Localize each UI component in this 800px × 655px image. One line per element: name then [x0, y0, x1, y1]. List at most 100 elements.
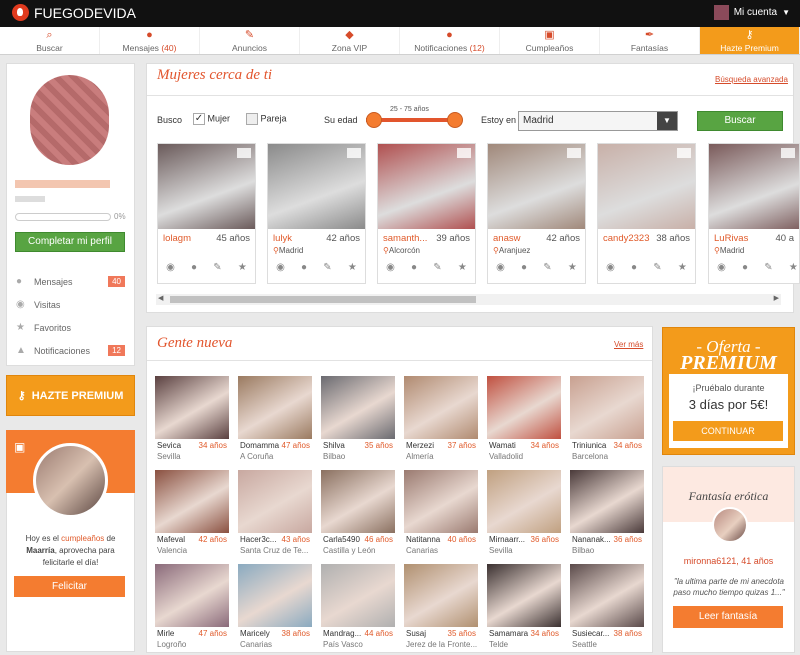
profile-avatar[interactable]: [30, 75, 109, 165]
new-person-card[interactable]: Susaj 35 años Jerez de la Fronte...: [404, 564, 478, 655]
sidemenu-visitas[interactable]: ◉ Visitas: [6, 293, 135, 316]
new-person-photo[interactable]: [321, 376, 395, 439]
new-person-name[interactable]: Carla5490: [323, 535, 367, 544]
new-person-name[interactable]: Merzezi: [406, 441, 450, 450]
scroll-left-arrow[interactable]: ◀: [158, 294, 163, 302]
advanced-search-link[interactable]: Búsqueda avanzada: [715, 75, 788, 84]
nav-anuncios[interactable]: ✎ Anuncios: [200, 27, 300, 54]
mujer-checkbox[interactable]: ✓ Mujer: [193, 113, 230, 125]
new-person-name[interactable]: Susiecar...: [572, 629, 616, 638]
new-person-card[interactable]: Nananak... 36 años Bilbao: [570, 470, 644, 561]
flirt-icon[interactable]: ✎: [653, 262, 661, 273]
profile-card-nearby[interactable]: anasw 42 años ⚲Aranjuez ◉ ● ✎ ★: [487, 143, 586, 284]
new-person-name[interactable]: Mirnaarr...: [489, 535, 533, 544]
felicitar-button[interactable]: Felicitar: [14, 576, 125, 597]
sidemenu-favoritos[interactable]: ★ Favoritos: [6, 316, 135, 339]
flirt-icon[interactable]: ✎: [543, 262, 551, 273]
profile-name[interactable]: lolagm: [163, 233, 191, 244]
new-person-name[interactable]: Wamati: [489, 441, 533, 450]
new-person-photo[interactable]: [487, 376, 561, 439]
buscar-button[interactable]: Buscar: [697, 111, 783, 131]
new-person-card[interactable]: Maricely 38 años Canarias: [238, 564, 312, 655]
fantasy-user[interactable]: mironna6121, 41 años: [663, 556, 794, 566]
age-slider-min-handle[interactable]: [366, 112, 382, 128]
new-person-photo[interactable]: [238, 376, 312, 439]
profile-name[interactable]: lulyk: [273, 233, 292, 244]
new-person-card[interactable]: Domamma 47 años A Coruña: [238, 376, 312, 467]
account-menu[interactable]: Mi cuenta ▼: [713, 5, 790, 20]
new-person-card[interactable]: Triniunica 34 años Barcelona: [570, 376, 644, 467]
profile-card-nearby[interactable]: lulyk 42 años ⚲Madrid ◉ ● ✎ ★: [267, 143, 366, 284]
new-person-name[interactable]: Mafeval: [157, 535, 201, 544]
leer-fantasia-button[interactable]: Leer fantasía: [673, 606, 783, 628]
new-person-card[interactable]: Shilva 35 años Bilbao: [321, 376, 395, 467]
sidemenu-notificaciones[interactable]: ▲ Notificaciones 12: [6, 339, 135, 362]
new-person-card[interactable]: Susiecar... 38 años Seattle: [570, 564, 644, 655]
nav-notificaciones[interactable]: ● Notificaciones (12): [400, 27, 500, 54]
eye-icon[interactable]: ◉: [386, 262, 395, 273]
eye-icon[interactable]: ◉: [166, 262, 175, 273]
new-person-card[interactable]: Hacer3c... 43 años Santa Cruz de Te...: [238, 470, 312, 561]
flirt-icon[interactable]: ✎: [213, 262, 221, 273]
flirt-icon[interactable]: ✎: [323, 262, 331, 273]
new-person-name[interactable]: Samamara: [489, 629, 533, 638]
chat-icon[interactable]: ●: [521, 262, 527, 273]
eye-icon[interactable]: ◉: [717, 262, 726, 273]
profile-card-nearby[interactable]: LuRivas 40 a ⚲Madrid ◉ ● ✎ ★: [708, 143, 800, 284]
new-person-photo[interactable]: [321, 470, 395, 533]
eye-icon[interactable]: ◉: [496, 262, 505, 273]
new-person-card[interactable]: Natitanna 40 años Canarias: [404, 470, 478, 561]
nav-fantasias[interactable]: ✒ Fantasías: [600, 27, 700, 54]
new-person-card[interactable]: Sevica 34 años Sevilla: [155, 376, 229, 467]
complete-profile-button[interactable]: Completar mi perfil: [15, 232, 125, 252]
new-person-card[interactable]: Wamati 34 años Valladolid: [487, 376, 561, 467]
new-person-card[interactable]: Carla5490 46 años Castilla y León: [321, 470, 395, 561]
new-person-photo[interactable]: [238, 564, 312, 627]
new-person-photo[interactable]: [155, 376, 229, 439]
new-person-photo[interactable]: [487, 470, 561, 533]
new-person-photo[interactable]: [404, 564, 478, 627]
new-person-photo[interactable]: [321, 564, 395, 627]
new-person-name[interactable]: Shilva: [323, 441, 367, 450]
logo[interactable]: FUEGODEVIDA: [12, 4, 136, 21]
profile-name[interactable]: LuRivas: [714, 233, 748, 244]
new-person-name[interactable]: Natitanna: [406, 535, 450, 544]
birthday-avatar[interactable]: [33, 443, 108, 518]
new-person-name[interactable]: Hacer3c...: [240, 535, 284, 544]
city-select[interactable]: Madrid ▼: [518, 111, 678, 131]
new-person-name[interactable]: Susaj: [406, 629, 450, 638]
chat-icon[interactable]: ●: [742, 262, 748, 273]
chat-icon[interactable]: ●: [301, 262, 307, 273]
new-person-photo[interactable]: [404, 470, 478, 533]
nav-zona-vip[interactable]: ◆ Zona VIP: [300, 27, 400, 54]
nav-hazte-premium[interactable]: ⚷ Hazte Premium: [700, 27, 800, 54]
star-icon[interactable]: ★: [238, 262, 247, 273]
flirt-icon[interactable]: ✎: [764, 262, 772, 273]
profile-name[interactable]: samanth...: [383, 233, 427, 244]
star-icon[interactable]: ★: [789, 262, 798, 273]
new-person-card[interactable]: Merzezi 37 años Almería: [404, 376, 478, 467]
flirt-icon[interactable]: ✎: [433, 262, 441, 273]
star-icon[interactable]: ★: [348, 262, 357, 273]
new-person-photo[interactable]: [155, 470, 229, 533]
eye-icon[interactable]: ◉: [276, 262, 285, 273]
new-person-photo[interactable]: [155, 564, 229, 627]
new-person-name[interactable]: Nananak...: [572, 535, 616, 544]
star-icon[interactable]: ★: [568, 262, 577, 273]
new-person-name[interactable]: Mirle: [157, 629, 201, 638]
pareja-checkbox[interactable]: Pareja: [246, 113, 287, 125]
chat-icon[interactable]: ●: [411, 262, 417, 273]
star-icon[interactable]: ★: [458, 262, 467, 273]
profile-card-nearby[interactable]: lolagm 45 años ◉ ● ✎ ★: [157, 143, 256, 284]
scroll-thumb[interactable]: [170, 296, 476, 303]
hazte-premium-button[interactable]: ⚷ HAZTE PREMIUM: [6, 375, 135, 416]
new-person-card[interactable]: Samamara 34 años Telde: [487, 564, 561, 655]
new-person-photo[interactable]: [570, 376, 644, 439]
continuar-button[interactable]: CONTINUAR: [673, 421, 783, 441]
scroll-right-arrow[interactable]: ▶: [774, 294, 779, 302]
age-slider-max-handle[interactable]: [447, 112, 463, 128]
profile-card-nearby[interactable]: samanth... 39 años ⚲Alcorcón ◉ ● ✎ ★: [377, 143, 476, 284]
profile-card-nearby[interactable]: candy2323 38 años ◉ ● ✎ ★: [597, 143, 696, 284]
new-person-name[interactable]: Mandrag...: [323, 629, 367, 638]
sidemenu-mensajes[interactable]: ● Mensajes 40: [6, 270, 135, 293]
